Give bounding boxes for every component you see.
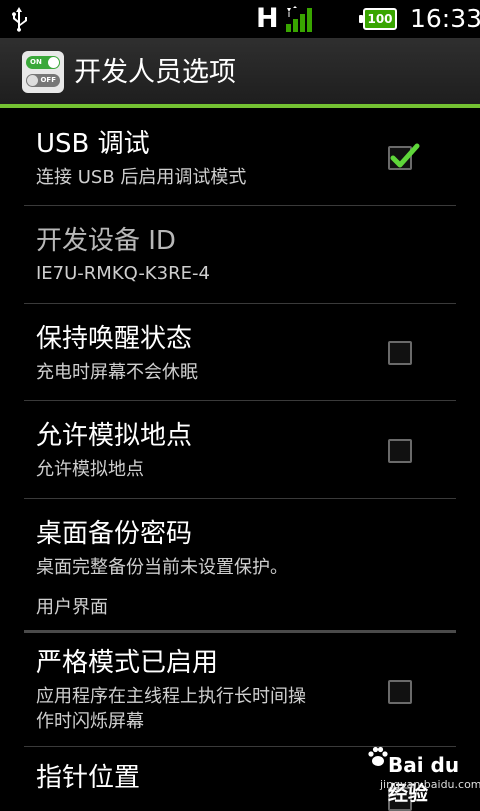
mock-locations-checkbox[interactable] (388, 439, 412, 463)
usb-icon (12, 7, 27, 32)
setting-device-id: 开发设备 ID IE7U-RMKQ-K3RE-4 (24, 206, 456, 304)
network-type-indicator: H (256, 3, 279, 34)
setting-title: USB 调试 (36, 129, 150, 159)
setting-title: 指针位置 (36, 763, 141, 793)
device-id-value: IE7U-RMKQ-K3RE-4 (36, 263, 210, 284)
section-divider (24, 630, 456, 633)
page-title: 开发人员选项 (74, 57, 236, 88)
setting-title: 桌面备份密码 (36, 519, 193, 549)
battery-level: 100 (367, 12, 393, 26)
setting-subtitle-line-2: 作时闪烁屏幕 (36, 711, 144, 732)
setting-desktop-backup-password[interactable]: 桌面备份密码 桌面完整备份当前未设置保护。 (24, 499, 456, 596)
setting-title: 开发设备 ID (36, 226, 176, 256)
setting-subtitle: 连接 USB 后启用调试模式 (36, 167, 247, 188)
title-bar (0, 38, 480, 104)
checkmark-icon (390, 143, 420, 168)
toggle-off-icon: OFF (26, 74, 60, 87)
section-header: 用户界面 (36, 597, 108, 618)
battery-icon: 100 (359, 8, 397, 30)
toggle-on-label: ON (30, 58, 42, 66)
setting-strict-mode[interactable]: 严格模式已启用 应用程序在主线程上执行长时间操 作时闪烁屏幕 (24, 636, 456, 747)
watermark-url: jingyan.baidu.com (380, 778, 480, 791)
setting-title: 保持唤醒状态 (36, 324, 193, 354)
setting-title: 严格模式已启用 (36, 648, 219, 678)
setting-usb-debugging[interactable]: USB 调试 连接 USB 后启用调试模式 (24, 108, 456, 206)
section-user-interface: 用户界面 (24, 596, 456, 636)
setting-subtitle: 允许模拟地点 (36, 459, 144, 480)
setting-subtitle: 桌面完整备份当前未设置保护。 (36, 557, 288, 578)
clock: 16:33 (410, 4, 480, 33)
strict-mode-checkbox[interactable] (388, 680, 412, 704)
usb-debugging-checkbox[interactable] (388, 143, 420, 170)
setting-subtitle: 充电时屏幕不会休眠 (36, 362, 198, 383)
baidu-paw-icon (368, 746, 388, 766)
status-bar: H 100 16:33 (0, 0, 480, 38)
signal-icon (286, 6, 312, 32)
setting-mock-locations[interactable]: 允许模拟地点 允许模拟地点 (24, 401, 456, 499)
developer-options-app-icon: ON OFF (22, 51, 64, 93)
toggle-off-label: OFF (40, 76, 56, 84)
setting-stay-awake[interactable]: 保持唤醒状态 充电时屏幕不会休眠 (24, 304, 456, 401)
setting-title: 允许模拟地点 (36, 421, 193, 451)
setting-subtitle-line-1: 应用程序在主线程上执行长时间操 (36, 686, 306, 707)
toggle-on-icon: ON (26, 56, 60, 69)
stay-awake-checkbox[interactable] (388, 341, 412, 365)
settings-list[interactable]: USB 调试 连接 USB 后启用调试模式 开发设备 ID IE7U-RMKQ-… (24, 108, 456, 811)
